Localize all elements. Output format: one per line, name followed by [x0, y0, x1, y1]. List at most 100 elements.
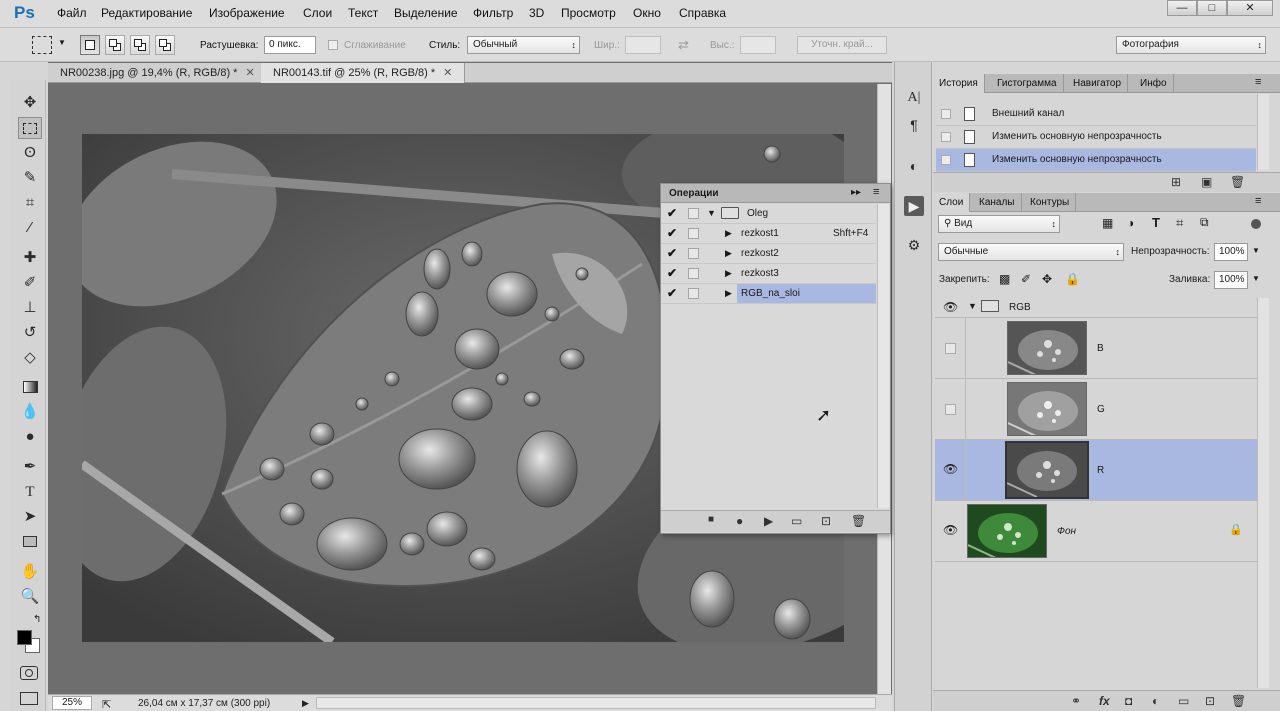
- eye-icon[interactable]: 👁: [943, 523, 958, 537]
- layers-scrollbar[interactable]: [1257, 298, 1269, 688]
- adjustment-filter-icon[interactable]: ◑: [1127, 216, 1134, 230]
- lasso-tool-icon[interactable]: ʘ: [18, 142, 42, 164]
- history-item-selected[interactable]: Изменить основную непрозрачность: [936, 149, 1256, 172]
- expand-right-icon[interactable]: ▶: [725, 288, 732, 299]
- new-selection-button[interactable]: [80, 35, 100, 55]
- quick-selection-tool-icon[interactable]: ✎: [18, 167, 42, 189]
- tab-info[interactable]: Инфо: [1134, 74, 1174, 93]
- lock-transparency-icon[interactable]: ▩: [999, 272, 1010, 286]
- visibility-box[interactable]: [945, 404, 956, 415]
- expand-right-icon[interactable]: ▶: [725, 248, 732, 259]
- lock-icon[interactable]: 🔒: [1229, 523, 1243, 536]
- lock-position-icon[interactable]: ✥: [1042, 272, 1052, 286]
- new-document-from-state-icon[interactable]: ⊞: [1171, 175, 1181, 189]
- horizontal-scrollbar[interactable]: [316, 697, 876, 709]
- snapshot-box[interactable]: [941, 109, 951, 119]
- width-input[interactable]: [625, 36, 661, 54]
- feather-input[interactable]: 0 пикс.: [264, 36, 316, 54]
- screen-mode-icon[interactable]: [20, 692, 38, 705]
- dialog-toggle-box[interactable]: [688, 228, 699, 239]
- healing-brush-tool-icon[interactable]: ✚: [18, 247, 42, 269]
- type-tool-icon[interactable]: T: [18, 481, 42, 503]
- layer-row[interactable]: B: [935, 318, 1257, 379]
- play-icon[interactable]: ▶: [764, 514, 773, 528]
- action-row[interactable]: ✔ ▶ rezkost1 Shft+F4: [661, 224, 876, 244]
- eye-icon[interactable]: 👁: [943, 300, 958, 314]
- layer-row[interactable]: 👁 Фон 🔒: [935, 501, 1257, 562]
- menu-file[interactable]: Файл: [57, 6, 87, 20]
- menu-layers[interactable]: Слои: [303, 6, 332, 20]
- close-icon[interactable]: ✕: [245, 67, 254, 79]
- menu-edit[interactable]: Редактирование: [101, 6, 192, 20]
- history-item[interactable]: Изменить основную непрозрачность: [936, 126, 1256, 149]
- add-selection-button[interactable]: [105, 35, 125, 55]
- chevron-down-icon[interactable]: ▼: [58, 38, 66, 47]
- history-item[interactable]: Внешний канал: [936, 103, 1256, 126]
- checkmark-icon[interactable]: ✔: [667, 266, 677, 280]
- chevron-down-icon[interactable]: ▼: [1252, 246, 1260, 255]
- fx-icon[interactable]: fx: [1099, 694, 1110, 708]
- menu-help[interactable]: Справка: [679, 6, 726, 20]
- blur-tool-icon[interactable]: 💧: [18, 401, 42, 423]
- action-row[interactable]: ✔ ▶ rezkost2: [661, 244, 876, 264]
- dialog-toggle-box[interactable]: [688, 208, 699, 219]
- tab-paths[interactable]: Контуры: [1024, 193, 1077, 212]
- crop-tool-icon[interactable]: ⌗: [18, 192, 42, 214]
- opacity-input[interactable]: 100%: [1214, 243, 1248, 261]
- intersect-selection-button[interactable]: [155, 35, 175, 55]
- tab-nr00238[interactable]: NR00238.jpg @ 19,4% (R, RGB/8) * ✕: [48, 63, 268, 83]
- character-panel-icon[interactable]: A|: [904, 88, 924, 108]
- workspace-select[interactable]: Фотография: [1116, 36, 1266, 54]
- foreground-color-swatch[interactable]: [17, 630, 32, 645]
- expand-right-icon[interactable]: ▶: [725, 228, 732, 239]
- subtract-selection-button[interactable]: [130, 35, 150, 55]
- layer-thumbnail[interactable]: [967, 504, 1047, 558]
- type-filter-icon[interactable]: T: [1152, 215, 1160, 230]
- paragraph-panel-icon[interactable]: ¶: [904, 115, 924, 135]
- layer-row[interactable]: G: [935, 379, 1257, 440]
- visibility-box[interactable]: [945, 343, 956, 354]
- layer-row-selected[interactable]: 👁 R: [935, 440, 1257, 501]
- maximize-button[interactable]: □: [1197, 0, 1227, 16]
- gradient-tool-icon[interactable]: [18, 376, 42, 398]
- height-input[interactable]: [740, 36, 776, 54]
- marquee-preset-icon[interactable]: [32, 36, 52, 54]
- move-tool-icon[interactable]: ✥: [18, 92, 42, 114]
- chevron-down-icon[interactable]: ▼: [1252, 274, 1260, 283]
- menu-filter[interactable]: Фильтр: [473, 6, 513, 20]
- dialog-toggle-box[interactable]: [688, 288, 699, 299]
- history-scrollbar[interactable]: [1257, 94, 1269, 170]
- layer-filter-select[interactable]: ⚲ Вид: [938, 215, 1060, 233]
- quick-mask-icon[interactable]: [20, 666, 38, 680]
- zoom-tool-icon[interactable]: 🔍: [18, 586, 42, 608]
- actions-scrollbar[interactable]: [877, 204, 889, 508]
- dialog-toggle-box[interactable]: [688, 248, 699, 259]
- expand-down-icon[interactable]: ▼: [707, 208, 716, 218]
- eyedropper-tool-icon[interactable]: ⁄: [18, 217, 42, 239]
- record-icon[interactable]: ●: [736, 514, 743, 528]
- export-icon[interactable]: ⇱: [102, 698, 111, 711]
- trash-icon[interactable]: 🗑: [1231, 694, 1246, 708]
- swap-colors-icon[interactable]: ↰: [33, 614, 41, 625]
- clone-stamp-tool-icon[interactable]: ⊥: [18, 297, 42, 319]
- tab-nr00143[interactable]: NR00143.tif @ 25% (R, RGB/8) * ✕: [261, 63, 466, 83]
- fill-input[interactable]: 100%: [1214, 271, 1248, 289]
- action-row[interactable]: ✔ ▶ RGB_na_sloi: [661, 284, 876, 304]
- minimize-button[interactable]: —: [1167, 0, 1197, 16]
- new-set-folder-icon[interactable]: ▭: [791, 514, 802, 528]
- antialias-checkbox[interactable]: [328, 40, 338, 50]
- panel-menu-icon[interactable]: ≡: [873, 186, 879, 198]
- new-layer-icon[interactable]: ⊡: [1205, 694, 1215, 708]
- zoom-level-field[interactable]: 25%: [52, 696, 92, 710]
- rectangular-marquee-tool-icon[interactable]: [18, 117, 42, 139]
- status-menu-arrow-icon[interactable]: ▶: [302, 698, 309, 709]
- link-layers-icon[interactable]: ⚭: [1071, 694, 1081, 708]
- tab-navigator[interactable]: Навигатор: [1067, 74, 1129, 93]
- menu-type[interactable]: Текст: [348, 6, 378, 20]
- checkmark-icon[interactable]: ✔: [667, 286, 677, 300]
- add-mask-icon[interactable]: ◘: [1125, 694, 1132, 708]
- layer-thumbnail[interactable]: [1007, 321, 1087, 375]
- camera-icon[interactable]: ▣: [1201, 175, 1212, 189]
- layer-thumbnail[interactable]: [1007, 382, 1087, 436]
- layer-group-row[interactable]: 👁 ▼ RGB: [935, 296, 1257, 318]
